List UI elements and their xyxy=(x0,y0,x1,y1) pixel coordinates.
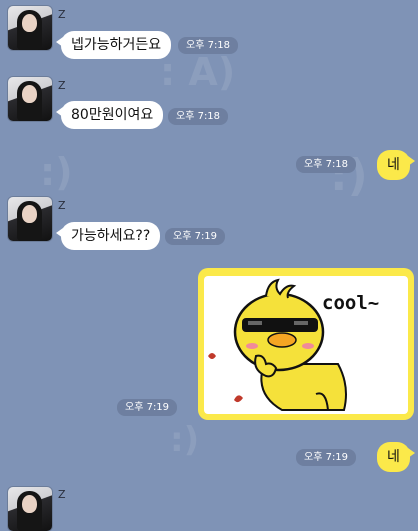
message-time: 오후 7:18 xyxy=(296,156,357,173)
message-time: 오후 7:18 xyxy=(178,37,239,54)
background-watermark-1: : A) xyxy=(160,50,236,94)
sticker-caption: cool~ xyxy=(322,292,380,314)
background-watermark-3: :) xyxy=(170,420,200,460)
avatar[interactable] xyxy=(8,6,52,50)
message-bubble-sent[interactable]: 네 xyxy=(377,150,415,180)
sticker-message[interactable]: cool~ xyxy=(198,268,414,420)
avatar[interactable] xyxy=(8,197,52,241)
message-time: 오후 7:18 xyxy=(168,108,229,125)
sticker-image: cool~ xyxy=(204,276,408,414)
sender-name: Z xyxy=(58,199,66,212)
message-bubble[interactable]: 가능하세요?? xyxy=(55,222,161,250)
message-time: 오후 7:19 xyxy=(296,449,357,466)
avatar[interactable] xyxy=(8,487,52,531)
background-watermark-2: :) xyxy=(40,150,73,194)
message-time: 오후 7:19 xyxy=(117,399,178,416)
sender-name: Z xyxy=(58,8,66,21)
message-bubble[interactable]: 넵가능하거든요 xyxy=(55,31,172,59)
sender-name: Z xyxy=(58,79,66,92)
sender-name: Z xyxy=(58,488,66,501)
avatar[interactable] xyxy=(8,77,52,121)
message-bubble[interactable]: 80만원이여요 xyxy=(55,101,164,129)
message-time: 오후 7:19 xyxy=(165,228,226,245)
message-bubble-sent[interactable]: 네 xyxy=(377,442,415,472)
